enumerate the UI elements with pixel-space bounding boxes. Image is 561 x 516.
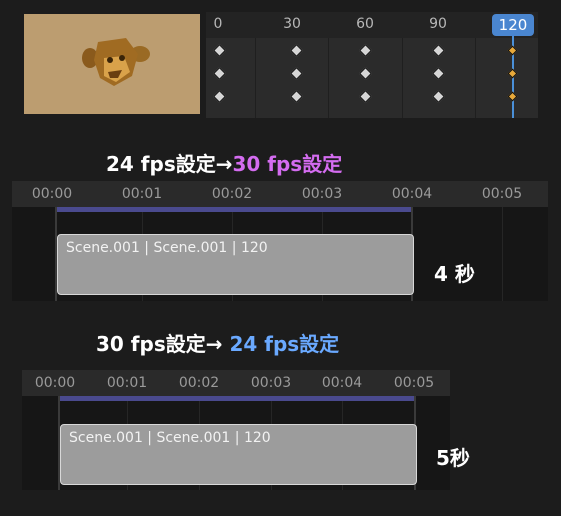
scene-strip[interactable]: Scene.001 | Scene.001 | 120 <box>57 234 414 295</box>
frame-tick: 0 <box>213 16 223 32</box>
scene-thumbnail <box>24 14 200 114</box>
keyframe[interactable] <box>213 44 226 57</box>
keyframe[interactable] <box>290 90 303 103</box>
keyframe-selected[interactable] <box>507 68 518 79</box>
strip-label: Scene.001 | Scene.001 | 120 <box>66 240 268 256</box>
section2-heading: 30 fps設定→ 24 fps設定 <box>96 328 339 357</box>
keyframe[interactable] <box>432 44 445 57</box>
heading-prefix: 24 fps設定→ <box>106 152 233 176</box>
time-tick: 00:03 <box>250 375 292 391</box>
dopesheet-timeline[interactable]: 0 30 60 90 120 <box>206 12 538 118</box>
sequencer-time-ruler[interactable]: 00:00 00:01 00:02 00:03 00:04 00:05 <box>22 370 450 396</box>
time-tick: 00:00 <box>34 375 76 391</box>
keyframe[interactable] <box>359 67 372 80</box>
grid-line <box>328 38 329 118</box>
time-tick: 00:02 <box>178 375 220 391</box>
grid-line <box>502 207 503 301</box>
keyframe[interactable] <box>432 90 445 103</box>
frame-ruler[interactable]: 0 30 60 90 <box>206 12 538 38</box>
time-tick: 00:05 <box>393 375 435 391</box>
duration-label: 5秒 <box>436 446 470 470</box>
keyframe-selected[interactable] <box>507 91 518 102</box>
heading-highlight: 24 fps設定 <box>229 332 340 356</box>
keyframe[interactable] <box>359 44 372 57</box>
time-tick: 00:03 <box>301 186 343 202</box>
keyframe[interactable] <box>290 44 303 57</box>
heading-prefix: 30 fps設定→ <box>96 332 223 356</box>
time-tick: 00:05 <box>481 186 523 202</box>
sequencer-time-ruler[interactable]: 00:00 00:01 00:02 00:03 00:04 00:05 <box>12 181 548 207</box>
time-tick: 00:04 <box>391 186 433 202</box>
grid-line <box>402 38 403 118</box>
scene-range-bar <box>58 396 416 401</box>
heading-highlight: 30 fps設定 <box>232 152 343 176</box>
time-tick: 00:02 <box>211 186 253 202</box>
frame-tick: 60 <box>356 16 374 32</box>
grid-line <box>475 38 476 118</box>
keyframe[interactable] <box>213 67 226 80</box>
time-tick: 00:01 <box>106 375 148 391</box>
strip-label: Scene.001 | Scene.001 | 120 <box>69 430 271 446</box>
grid-line <box>255 38 256 118</box>
frame-tick: 90 <box>429 16 447 32</box>
current-frame-indicator[interactable]: 120 <box>492 14 534 36</box>
time-tick: 00:04 <box>321 375 363 391</box>
scene-strip[interactable]: Scene.001 | Scene.001 | 120 <box>60 424 417 485</box>
keyframe[interactable] <box>213 90 226 103</box>
time-tick: 00:00 <box>31 186 73 202</box>
time-tick: 00:01 <box>121 186 163 202</box>
scene-range-bar <box>55 207 412 212</box>
keyframe-selected[interactable] <box>507 45 518 56</box>
monkey-head-icon <box>24 14 200 114</box>
frame-tick: 30 <box>283 16 301 32</box>
duration-label: 4 秒 <box>434 262 475 286</box>
section1-heading: 24 fps設定→30 fps設定 <box>106 148 342 177</box>
keyframe[interactable] <box>359 90 372 103</box>
keyframe[interactable] <box>290 67 303 80</box>
keyframe[interactable] <box>432 67 445 80</box>
